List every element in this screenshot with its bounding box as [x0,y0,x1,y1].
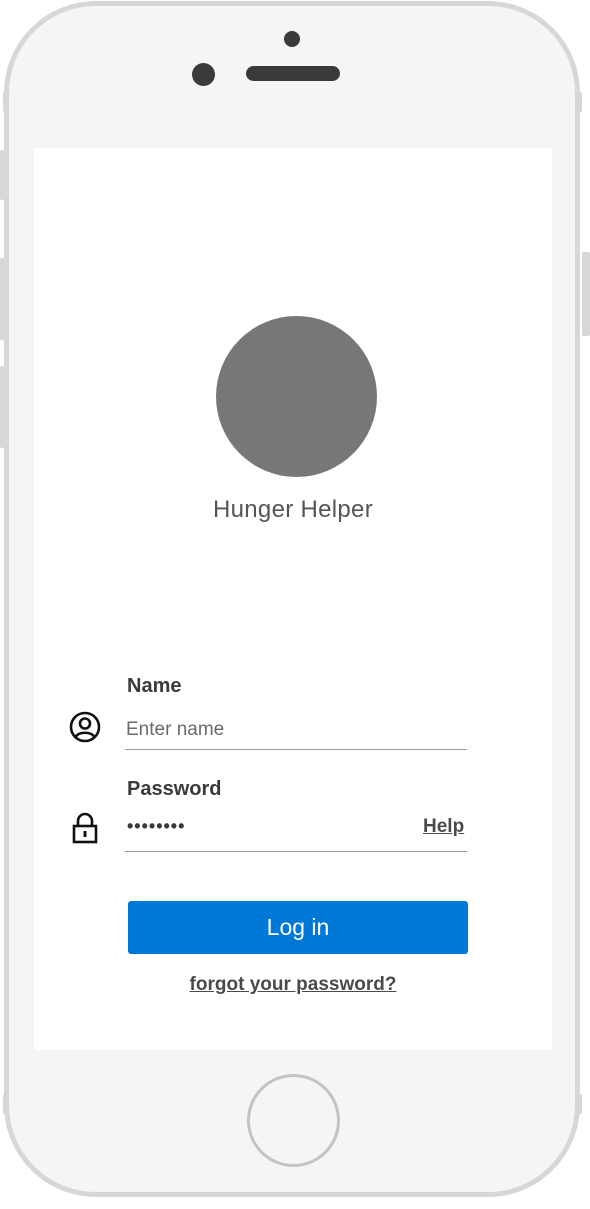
volume-down-button [0,366,6,448]
frame-antenna-band [3,92,9,112]
frame-antenna-band [3,1094,9,1114]
power-button [582,252,590,336]
frame-antenna-band [576,92,582,112]
home-button[interactable] [247,1074,340,1167]
app-logo [216,316,377,477]
frame-antenna-band [576,1094,582,1114]
mute-switch [0,150,6,200]
earpiece-speaker [246,66,340,81]
lock-icon [70,811,104,845]
app-title: Hunger Helper [213,496,373,523]
help-link[interactable]: Help [423,816,464,838]
name-label: Name [127,675,182,697]
login-screen: Hunger Helper Name Password •••••••• Hel… [34,148,552,1050]
password-label: Password [127,778,222,800]
volume-up-button [0,258,6,340]
proximity-sensor [284,31,300,47]
password-input[interactable]: •••••••• [127,816,185,837]
forgot-password-link[interactable]: forgot your password? [34,974,552,996]
name-input[interactable] [126,713,456,747]
login-button[interactable]: Log in [128,901,468,954]
user-circle-icon [68,710,102,744]
front-camera [192,63,215,86]
